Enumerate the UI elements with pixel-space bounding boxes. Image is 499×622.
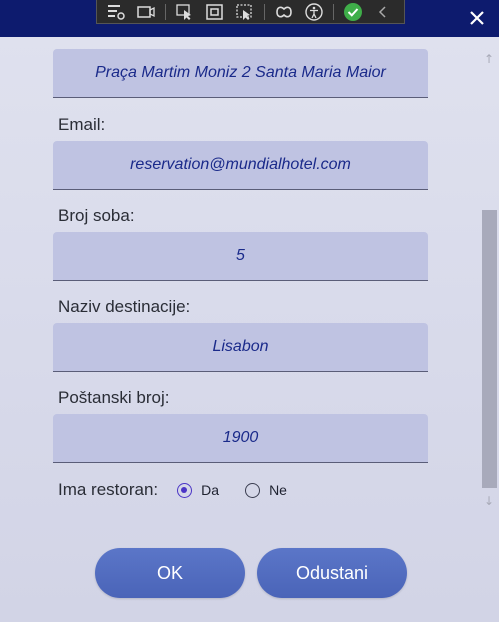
email-label: Email: xyxy=(58,115,106,134)
rooms-field[interactable]: 5 xyxy=(53,232,428,281)
scroll-thumb[interactable] xyxy=(482,210,497,488)
restaurant-row: Ima restoran: Da Ne xyxy=(58,478,287,502)
toolbar-separator xyxy=(333,3,334,20)
close-icon xyxy=(470,11,484,25)
radio-ne[interactable]: Ne xyxy=(245,482,287,498)
address-field[interactable]: Praça Martim Moniz 2 Santa Maria Maior xyxy=(53,49,428,98)
radio-ne-label: Ne xyxy=(269,482,287,498)
show-layout-icon[interactable] xyxy=(232,1,258,23)
restaurant-label: Ima restoran: xyxy=(58,480,159,499)
radio-ne-indicator[interactable] xyxy=(245,482,261,498)
radio-da-label: Da xyxy=(201,482,220,498)
toolbar-separator xyxy=(165,3,166,20)
vertical-scrollbar[interactable]: ↑ ↓ xyxy=(479,45,499,513)
scroll-down-icon[interactable]: ↓ xyxy=(479,493,499,509)
debug-toolbar xyxy=(96,0,405,24)
collapse-icon[interactable] xyxy=(370,1,396,23)
radio-da-indicator[interactable] xyxy=(177,482,193,498)
scroll-up-icon[interactable]: ↑ xyxy=(479,51,499,67)
destination-label: Naziv destinacije: xyxy=(58,297,191,316)
rooms-value: 5 xyxy=(236,247,245,264)
destination-value: Lisabon xyxy=(212,338,269,355)
email-field[interactable]: reservation@mundialhotel.com xyxy=(53,141,428,190)
destination-field[interactable]: Lisabon xyxy=(53,323,428,372)
toolbar-separator xyxy=(264,3,265,20)
postal-field[interactable]: 1900 xyxy=(53,414,428,463)
close-button[interactable] xyxy=(467,8,487,28)
cancel-button[interactable]: Odustani xyxy=(257,548,407,598)
track-focus-icon[interactable] xyxy=(202,1,228,23)
binding-failures-icon[interactable] xyxy=(271,1,297,23)
live-visual-tree-icon[interactable] xyxy=(103,1,129,23)
select-element-icon[interactable] xyxy=(172,1,198,23)
rooms-label: Broj soba: xyxy=(58,206,135,225)
radio-da[interactable]: Da xyxy=(177,482,219,498)
accessibility-icon[interactable] xyxy=(301,1,327,23)
hot-reload-ok-icon[interactable] xyxy=(340,1,366,23)
postal-value: 1900 xyxy=(222,429,259,446)
address-value: Praça Martim Moniz 2 Santa Maria Maior xyxy=(95,64,386,81)
email-value: reservation@mundialhotel.com xyxy=(130,156,351,173)
ok-button[interactable]: OK xyxy=(95,548,245,598)
postal-label: Poštanski broj: xyxy=(58,388,170,407)
display-layout-adorners-icon[interactable] xyxy=(133,1,159,23)
